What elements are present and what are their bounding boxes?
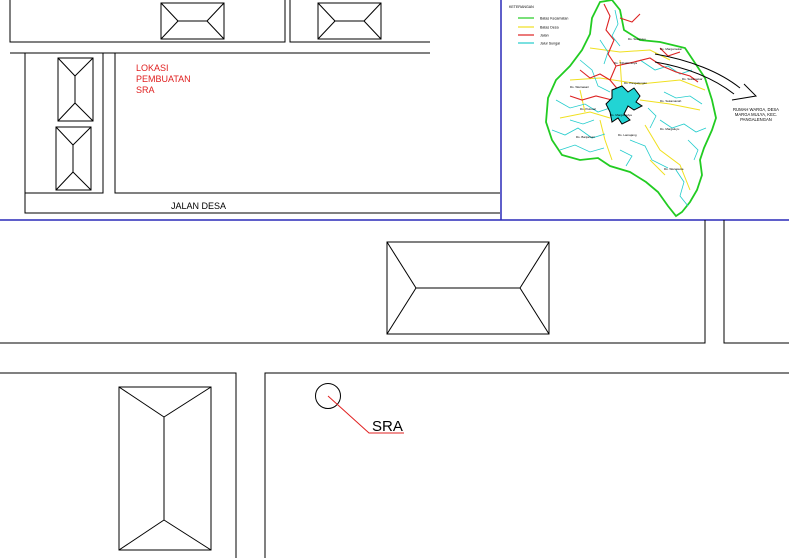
top-plot-outline bbox=[9, 0, 286, 43]
middle-plot-outline bbox=[0, 220, 706, 344]
top-plan-area bbox=[9, 0, 500, 214]
map-legend: KETERANGAN Batas Kecamatan Batas Desa Ja… bbox=[509, 5, 568, 46]
sra-label: SRA bbox=[372, 418, 403, 435]
legend-label: Batas Kecamatan bbox=[540, 17, 568, 21]
roof-middle bbox=[386, 241, 550, 335]
village-label: Ds. Tribaktimulya bbox=[614, 61, 637, 65]
roof-top-1 bbox=[160, 2, 225, 40]
village-label: Ds. Margamekar bbox=[660, 47, 682, 51]
site-label-line-3: SRA bbox=[136, 85, 155, 95]
legend-title: KETERANGAN bbox=[509, 5, 534, 9]
village-label: Ds. Banjarsari bbox=[576, 135, 595, 139]
village-label: Ds. Sukamekar bbox=[682, 77, 703, 81]
village-label: Ds. Margaluyu bbox=[660, 127, 680, 131]
roof-left-1 bbox=[57, 57, 94, 122]
village-label: Ds. Sukamanah bbox=[660, 99, 682, 103]
village-label: Ds. Pulosari bbox=[580, 107, 597, 111]
site-label-line-1: LOKASI bbox=[136, 63, 169, 73]
site-label: LOKASI PEMBUATAN SRA bbox=[136, 63, 191, 95]
road-line-lower bbox=[24, 193, 500, 214]
middle-band bbox=[0, 220, 789, 344]
site-label-line-2: PEMBUATAN bbox=[136, 74, 191, 84]
legend-label: Jalan bbox=[540, 34, 549, 38]
bottom-right-plot bbox=[264, 372, 789, 558]
village-label: Ds. Lamajang bbox=[618, 133, 637, 137]
callout-text: RUMAH WARGA, DESA MARGA MULYA, KEC. PANG… bbox=[733, 107, 779, 122]
callout-line-3: PANGALENGAN bbox=[740, 117, 772, 122]
village-label: Ds. Warnasari bbox=[570, 85, 589, 89]
inset-map: KETERANGAN Batas Kecamatan Batas Desa Ja… bbox=[0, 0, 789, 221]
roof-top-2 bbox=[317, 2, 382, 40]
roof-left-2 bbox=[55, 126, 92, 191]
village-label: Ds. Margamulya bbox=[610, 113, 632, 117]
village-label: Ds. Pangalengan bbox=[624, 81, 647, 85]
village-label: Ds. Sukaluyu bbox=[628, 37, 646, 41]
legend-label: Batas Desa bbox=[540, 26, 559, 30]
village-label: Ds. Wanasuka bbox=[664, 167, 684, 171]
site-plan-drawing: LOKASI PEMBUATAN SRA JALAN DESA KETERANG… bbox=[0, 0, 789, 558]
roof-bottom bbox=[118, 386, 212, 551]
legend-label: Jalur Sungai bbox=[540, 42, 560, 46]
middle-plot-outline-right bbox=[723, 220, 789, 344]
road-label: JALAN DESA bbox=[171, 201, 226, 211]
bottom-left-plot bbox=[0, 372, 237, 558]
bottom-section bbox=[0, 372, 789, 558]
